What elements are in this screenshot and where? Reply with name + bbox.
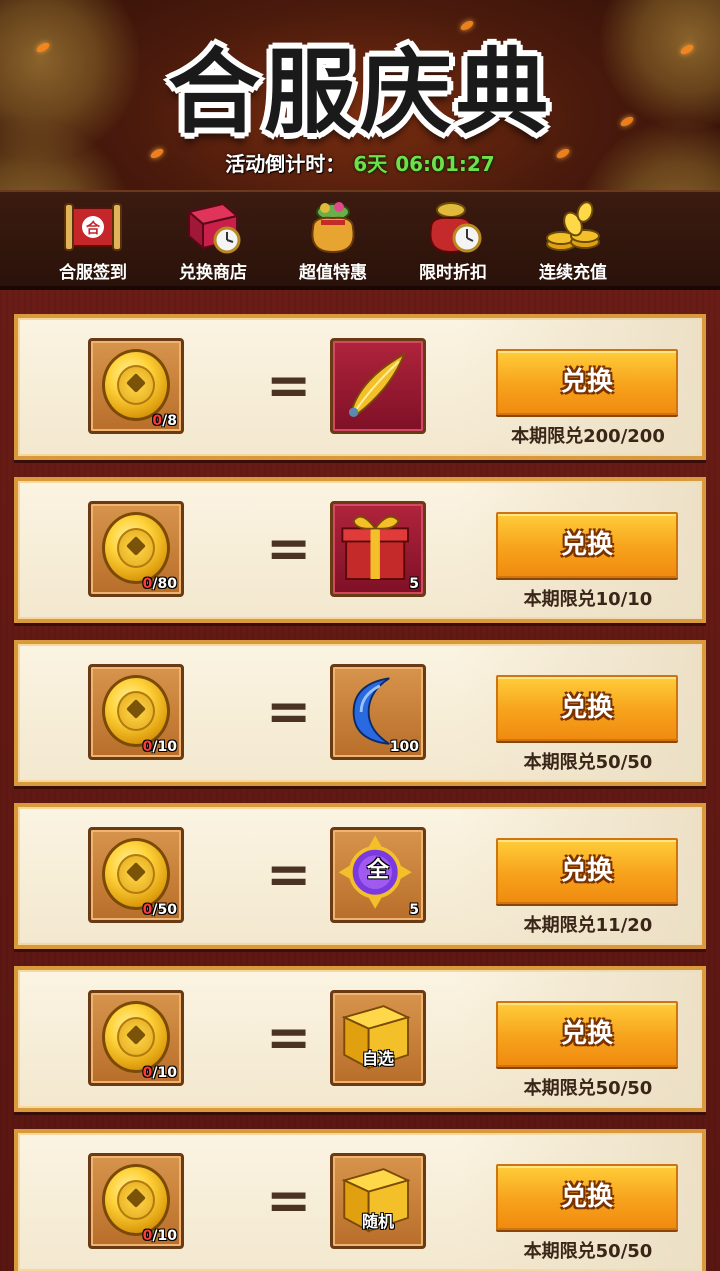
equals-sign: =: [266, 1006, 312, 1069]
countdown-time: 06:01:27: [395, 152, 495, 176]
page-title: 合服庆典: [167, 38, 552, 146]
tab-label: 超值特惠: [299, 263, 367, 283]
reward-tag: 随机: [361, 1212, 394, 1231]
exchange-limit: 本期限兑10/10: [523, 589, 653, 610]
tab-value-deals[interactable]: 超值特惠: [273, 192, 393, 290]
reward-slot[interactable]: 随机: [330, 1153, 426, 1249]
coin-icon: [102, 675, 170, 747]
reward-tag: 自选: [361, 1049, 394, 1068]
exchange-row: 0/10 = 自选 兑换 本期限兑50/50: [14, 966, 706, 1112]
cost-slot[interactable]: 0/10: [88, 990, 184, 1086]
tab-continuous-recharge[interactable]: 连续充值: [513, 192, 633, 290]
equals-sign: =: [266, 1169, 312, 1232]
coin-icon: [102, 1164, 170, 1236]
equals-sign: =: [266, 517, 312, 580]
exchange-row: 0/80 = 5 兑换 本期限兑10/10: [14, 477, 706, 623]
reward-count: 100: [389, 739, 419, 755]
svg-text:合: 合: [86, 220, 101, 237]
gift-box-clock-icon: [186, 202, 241, 254]
tab-exchange-shop[interactable]: 兑换商店: [153, 192, 273, 290]
cost-count: 0/8: [152, 413, 177, 429]
reward-count: 5: [409, 902, 419, 918]
exchange-row: 0/50 = 全 5 兑换 本期限兑11/20: [14, 803, 706, 949]
reward-slot[interactable]: 100: [330, 664, 426, 760]
exchange-button[interactable]: 兑换: [496, 1164, 678, 1230]
cost-slot[interactable]: 0/10: [88, 664, 184, 760]
cost-slot[interactable]: 0/80: [88, 501, 184, 597]
countdown-label: 活动倒计时：: [225, 152, 346, 176]
reward-tag: 全: [366, 858, 389, 883]
equals-sign: =: [266, 843, 312, 906]
countdown: 活动倒计时： 6天 06:01:27: [0, 148, 720, 177]
equals-sign: =: [266, 680, 312, 743]
cost-slot[interactable]: 0/10: [88, 1153, 184, 1249]
coin-icon: [102, 349, 170, 421]
cost-slot[interactable]: 0/50: [88, 827, 184, 923]
cost-count: 0/80: [142, 576, 177, 592]
exchange-limit: 本期限兑11/20: [523, 915, 653, 936]
bag-clock-icon: [429, 202, 482, 254]
exchange-button[interactable]: 兑换: [496, 349, 678, 415]
tab-bar: 合 合服签到 兑换商店 超值特惠 限时折扣 连续充值: [0, 190, 720, 290]
tab-label: 限时折扣: [419, 263, 487, 283]
exchange-button[interactable]: 兑换: [496, 512, 678, 578]
cost-count: 0/10: [142, 1065, 177, 1081]
coin-icon: [102, 1001, 170, 1073]
exchange-limit: 本期限兑50/50: [523, 752, 653, 773]
exchange-limit: 本期限兑200/200: [511, 426, 665, 447]
scroll-icon: 合: [64, 203, 122, 251]
exchange-row: 0/10 = 100 兑换 本期限兑50/50: [14, 640, 706, 786]
gold-chest-select-icon: [341, 1005, 411, 1070]
exchange-button[interactable]: 兑换: [496, 838, 678, 904]
exchange-button[interactable]: 兑换: [496, 675, 678, 741]
reward-count: 5: [409, 576, 419, 592]
cost-slot[interactable]: 0/8: [88, 338, 184, 434]
golden-feather-icon: [348, 352, 407, 417]
tab-label: 兑换商店: [179, 263, 247, 283]
cost-count: 0/50: [142, 902, 177, 918]
coin-icon: [102, 838, 170, 910]
countdown-days: 6天: [353, 152, 388, 176]
tab-label: 连续充值: [539, 263, 607, 283]
exchange-list[interactable]: 0/8 = 兑换 本期限兑200/200 0/80 = 5 兑换 本期限兑10/…: [0, 290, 720, 1271]
cost-count: 0/10: [142, 739, 177, 755]
exchange-limit: 本期限兑50/50: [523, 1078, 653, 1099]
reward-slot[interactable]: [330, 338, 426, 434]
exchange-limit: 本期限兑50/50: [523, 1241, 653, 1262]
cost-count: 0/10: [142, 1228, 177, 1244]
equals-sign: =: [266, 354, 312, 417]
exchange-row: 0/10 = 随机 兑换 本期限兑50/50: [14, 1129, 706, 1271]
gold-coins-icon: [546, 201, 600, 251]
event-header: 合服庆典 活动倒计时： 6天 06:01:27 合 合服签到 兑换商店 超值特惠…: [0, 0, 720, 290]
reward-slot[interactable]: 5: [330, 501, 426, 597]
lucky-bag-icon: [311, 202, 355, 254]
reward-slot[interactable]: 全 5: [330, 827, 426, 923]
gold-chest-random-icon: [341, 1168, 411, 1233]
tab-limited-discount[interactable]: 限时折扣: [393, 192, 513, 290]
tab-merge-checkin[interactable]: 合 合服签到: [33, 192, 153, 290]
exchange-row: 0/8 = 兑换 本期限兑200/200: [14, 314, 706, 460]
tab-label: 合服签到: [59, 263, 127, 283]
exchange-button[interactable]: 兑换: [496, 1001, 678, 1067]
coin-icon: [102, 512, 170, 584]
reward-slot[interactable]: 自选: [330, 990, 426, 1086]
